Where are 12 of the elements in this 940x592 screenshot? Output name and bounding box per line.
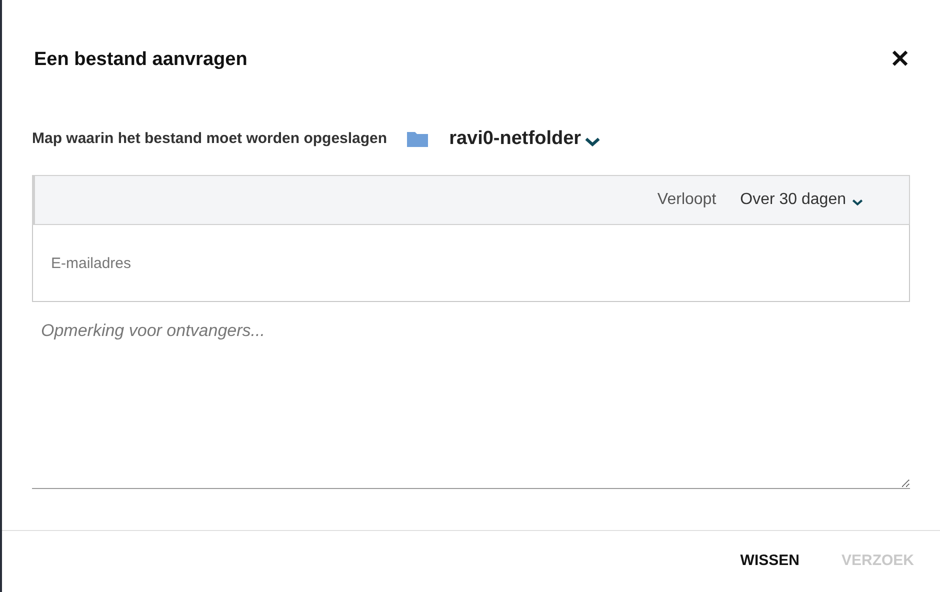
chevron-down-icon xyxy=(585,136,600,147)
folder-icon xyxy=(407,130,428,148)
expiry-dropdown[interactable]: Over 30 dagen xyxy=(740,188,863,212)
expiry-label: Verloopt xyxy=(657,190,716,210)
dialog-button[interactable]: WISSEN xyxy=(740,550,800,573)
folder-label: Map waarin het bestand moet worden opgeslagen xyxy=(32,128,388,148)
chevron-down-icon xyxy=(852,198,863,206)
email-field[interactable]: E-mailadres xyxy=(32,225,910,302)
dialog-title: Een bestand aanvragen xyxy=(34,48,248,72)
note-field[interactable]: Opmerking voor ontvangers... xyxy=(32,308,910,489)
close-button[interactable]: ✕ xyxy=(890,48,910,72)
folder-dropdown[interactable]: ravi0-netfolder xyxy=(449,124,600,153)
